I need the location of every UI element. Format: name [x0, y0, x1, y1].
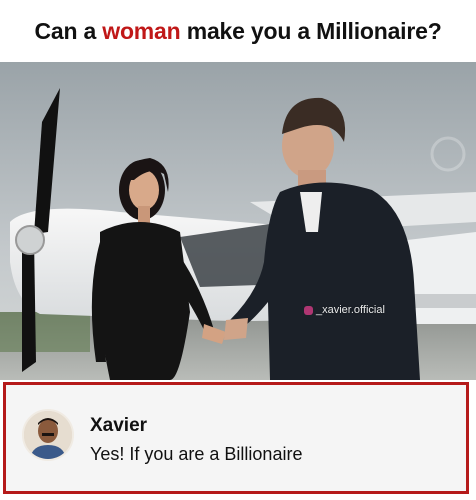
watermark-text: _xavier.official [316, 304, 385, 316]
photo-illustration [0, 62, 476, 380]
headline-after: make you a Millionaire? [180, 17, 442, 44]
comment-author[interactable]: Xavier [90, 415, 302, 437]
meme-photo: _xavier.official [0, 62, 476, 380]
comment-card: Xavier Yes! If you are a Billionaire [3, 382, 469, 494]
headline-before: Can a [34, 17, 103, 44]
headline-bar: Can a woman make you a Millionaire? [0, 0, 476, 62]
comment-text: Yes! If you are a Billionaire [90, 444, 303, 464]
comment-body: Xavier Yes! If you are a Billionaire [90, 415, 302, 465]
headline: Can a woman make you a Millionaire? [34, 18, 441, 45]
avatar[interactable] [22, 409, 74, 461]
instagram-icon [304, 305, 313, 315]
headline-accent-word: woman [102, 17, 181, 44]
avatar-portrait-icon [24, 411, 72, 459]
corner-logo-icon [430, 136, 466, 172]
watermark: _xavier.official [304, 304, 385, 316]
